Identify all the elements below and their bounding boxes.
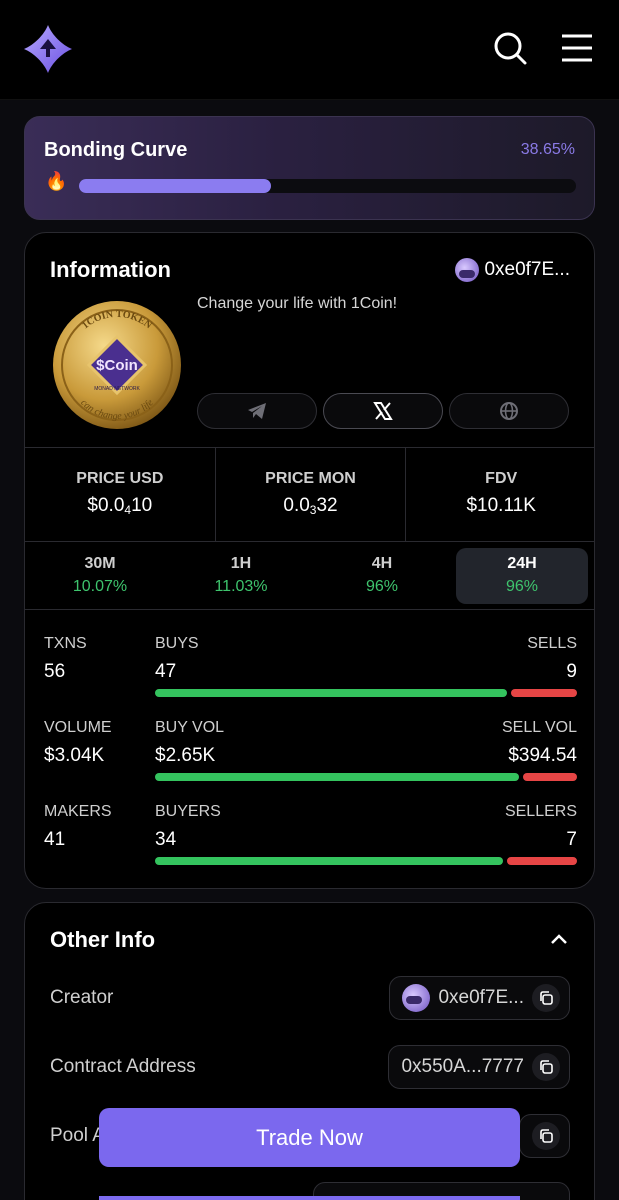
copy-icon[interactable] (532, 1122, 560, 1150)
other-info-title: Other Info (50, 927, 156, 952)
contract-address-pill[interactable]: 0x550A...7777 (388, 1045, 570, 1089)
buy-label: BUYS (155, 635, 199, 652)
bonding-curve-percent: 38.65% (520, 141, 575, 158)
telegram-icon (248, 403, 266, 419)
row-label: VOLUME (44, 719, 112, 736)
stat-price-usd: PRICE USD $0.0410 (25, 448, 215, 541)
sell-label: SELLS (527, 635, 577, 652)
buy-bar (155, 773, 519, 781)
sell-label: SELL VOL (501, 719, 577, 736)
buy-bar (155, 689, 507, 697)
sell-label: SELLERS (504, 803, 577, 820)
information-title: Information (50, 257, 171, 282)
sell-value: $394.54 (508, 745, 577, 766)
buy-sell-bar (155, 773, 577, 781)
tab-change: 96% (365, 578, 399, 595)
buy-label: BUYERS (155, 803, 221, 820)
tab-label: 1H (230, 555, 252, 572)
sell-bar (507, 857, 577, 865)
creator-address: 0xe0f7E... (484, 259, 570, 280)
coin-center-text: $Coin (96, 357, 138, 374)
tab-24h[interactable]: 24H 96% (456, 548, 588, 604)
tab-change: 10.07% (72, 578, 128, 595)
tab-change: 11.03% (214, 578, 268, 595)
row-value: 56 (44, 661, 66, 682)
information-card: Information 0xe0f7E... 1COIN TOKEN $Coin… (24, 232, 595, 889)
stat-value: $10.11K (466, 495, 536, 516)
buy-value: 34 (155, 829, 177, 850)
stat-value: 0.0332 (283, 495, 338, 517)
tab-4h[interactable]: 4H 96% (316, 548, 448, 604)
row-label: MAKERS (44, 803, 112, 820)
stat-label: PRICE MON (265, 470, 356, 487)
copy-icon[interactable] (532, 1053, 560, 1081)
globe-icon (500, 402, 518, 420)
row-value: 41 (44, 829, 66, 850)
contract-address-label: Contract Address (50, 1056, 196, 1077)
price-stats: PRICE USD $0.0410 PRICE MON 0.0332 FDV $… (25, 447, 594, 542)
creator-label: Creator (50, 987, 114, 1008)
tab-label: 4H (371, 555, 393, 572)
fire-icon: 🔥 (45, 171, 68, 191)
stat-label: PRICE USD (76, 470, 164, 487)
app-header (0, 0, 619, 100)
creator-value: 0xe0f7E... (438, 987, 524, 1008)
tab-label: 24H (507, 555, 537, 572)
contract-address-value: 0x550A...7777 (401, 1056, 524, 1077)
bottom-accent-strip (99, 1196, 520, 1200)
app-logo[interactable] (22, 23, 74, 75)
timeframe-tabs: 30M 10.07% 1H 11.03% 4H 96% 24H 96% (25, 542, 594, 610)
stat-price-mon: PRICE MON 0.0332 (214, 448, 406, 541)
coin-network-text: MONAD NETWORK (94, 386, 140, 392)
tab-1h[interactable]: 1H 11.03% (175, 548, 307, 604)
stat-fdv: FDV $10.11K (405, 448, 594, 541)
buy-bar (155, 857, 503, 865)
x-icon (373, 402, 393, 420)
creator-address-chip[interactable]: 0xe0f7E... (455, 257, 570, 283)
volume-row: VOLUME $3.04K BUY VOL $2.65K SELL VOL $3… (25, 719, 594, 789)
bonding-curve-card: Bonding Curve 38.65% 🔥 (24, 116, 595, 220)
buy-value: 47 (155, 661, 177, 682)
telegram-button[interactable] (197, 393, 317, 429)
sell-bar (523, 773, 577, 781)
buy-value: $2.65K (155, 745, 216, 766)
stat-value: $0.0410 (87, 495, 153, 517)
creator-avatar (402, 984, 431, 1012)
stat-label: FDV (485, 470, 518, 487)
token-coin-image: 1COIN TOKEN $Coin MONAD NETWORK can chan… (53, 301, 181, 429)
copy-icon[interactable] (532, 984, 560, 1012)
buy-sell-bar (155, 689, 577, 697)
buy-sell-bar (155, 857, 577, 865)
token-description: Change your life with 1Coin! (197, 295, 398, 312)
website-button[interactable] (449, 393, 569, 429)
row-value: $3.04K (44, 745, 105, 766)
sell-value: 9 (566, 661, 577, 682)
bonding-progress-track (79, 179, 576, 193)
txns-row: TXNS 56 BUYS 47 SELLS 9 (25, 635, 594, 705)
trade-now-button[interactable]: Trade Now (99, 1108, 520, 1167)
sell-value: 7 (566, 829, 577, 850)
tab-label: 30M (84, 555, 116, 572)
search-icon[interactable] (492, 30, 528, 66)
creator-pill[interactable]: 0xe0f7E... (389, 976, 570, 1020)
buy-label: BUY VOL (155, 719, 225, 736)
creator-avatar (455, 258, 480, 282)
chevron-up-icon[interactable] (550, 933, 568, 945)
bonding-curve-title: Bonding Curve (44, 139, 188, 161)
tab-change: 96% (505, 578, 539, 595)
sell-bar (511, 689, 577, 697)
tab-30m[interactable]: 30M 10.07% (34, 548, 166, 604)
x-twitter-button[interactable] (323, 393, 443, 429)
hamburger-menu-icon[interactable] (560, 33, 594, 63)
makers-row: MAKERS 41 BUYERS 34 SELLERS 7 (25, 803, 594, 873)
bonding-progress-fill (79, 179, 272, 193)
pool-address-pill[interactable] (519, 1114, 570, 1158)
row-label: TXNS (44, 635, 87, 652)
